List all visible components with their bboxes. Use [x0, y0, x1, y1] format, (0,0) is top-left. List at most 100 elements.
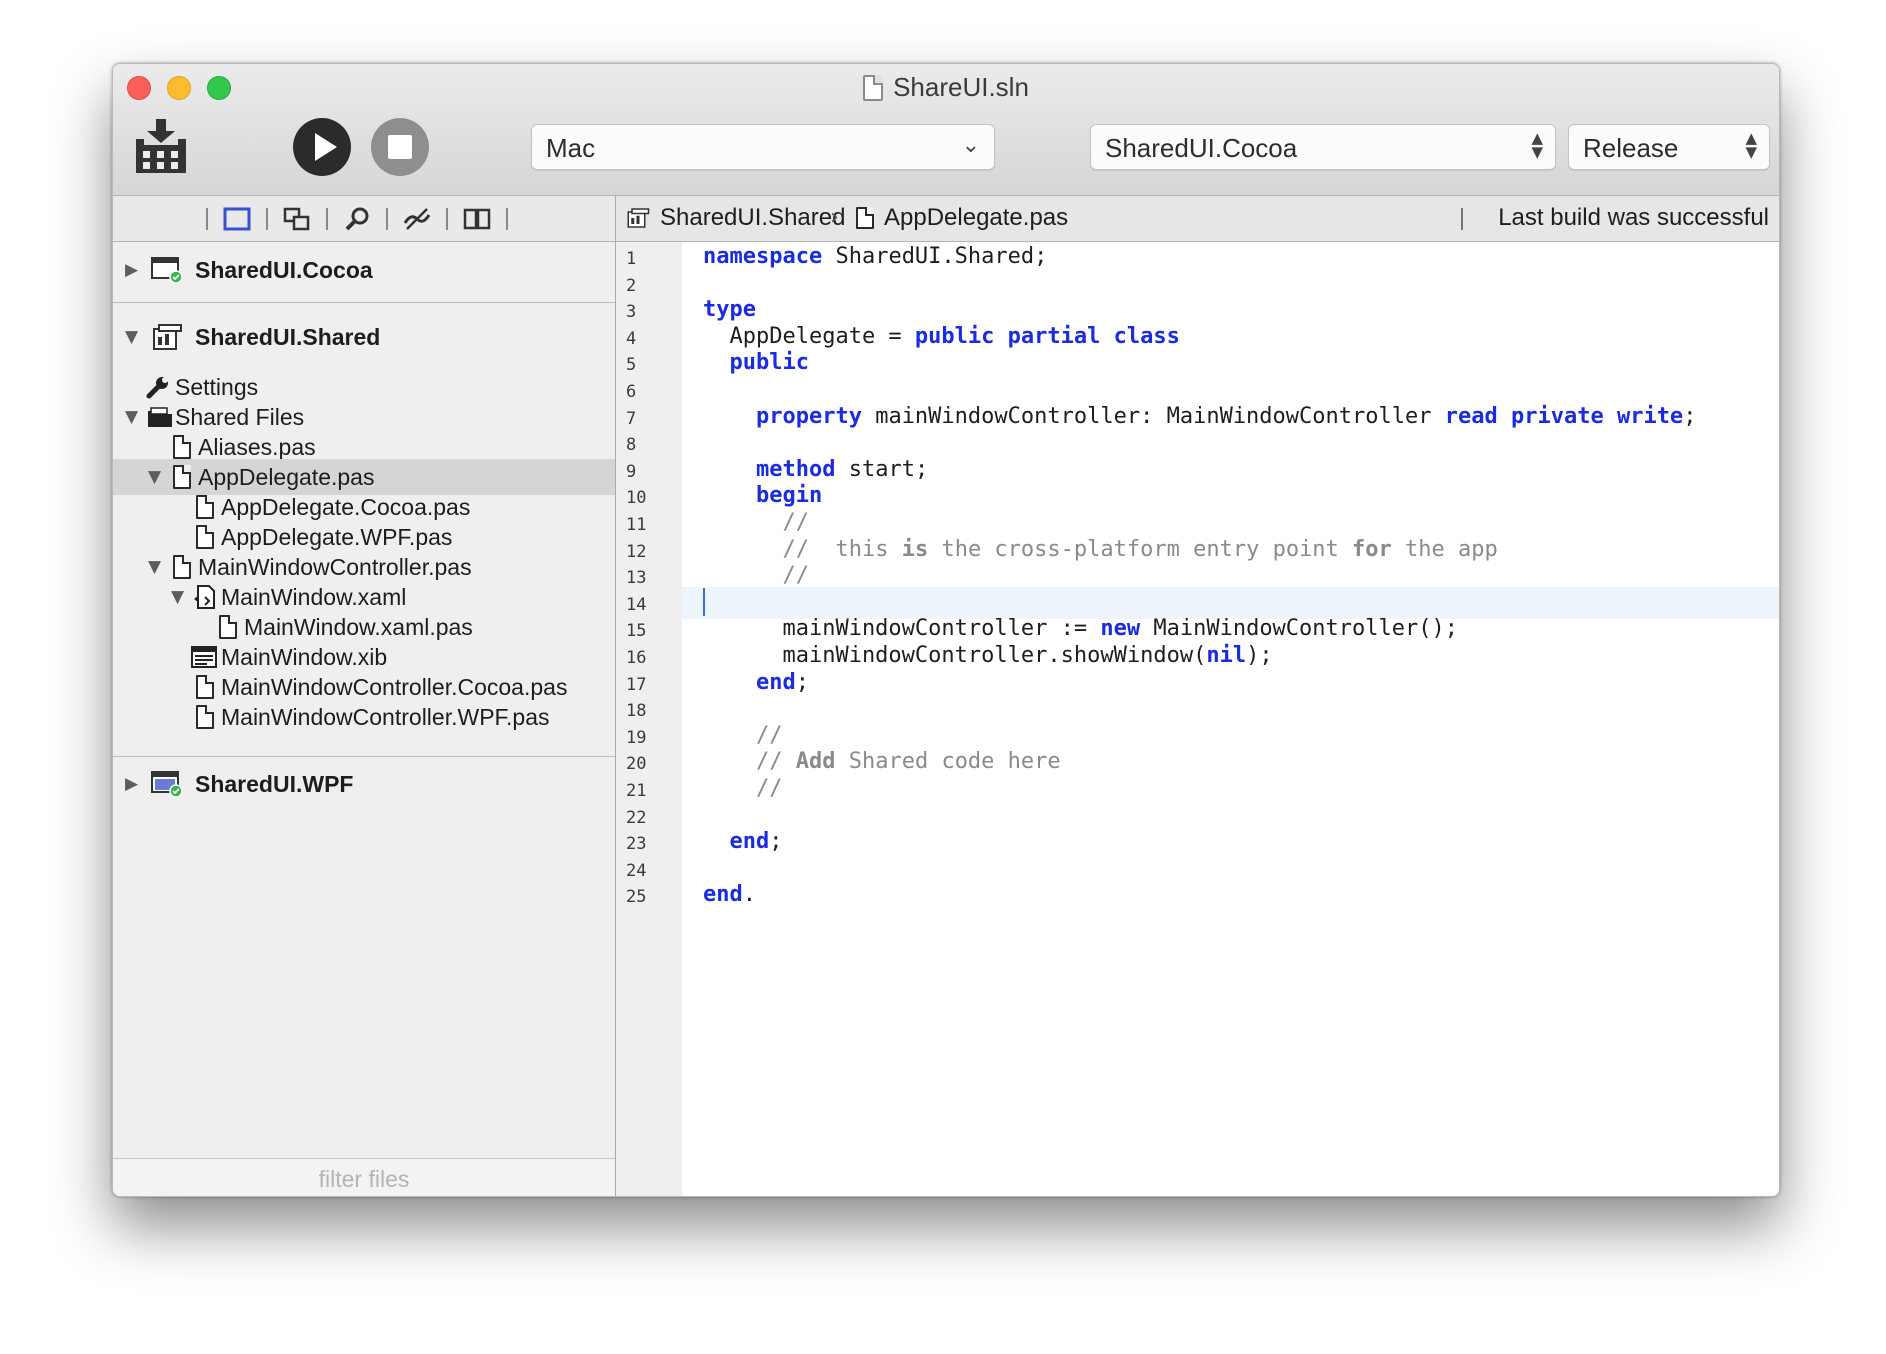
- code-area[interactable]: namespace SharedUI.Shared; type AppDelega…: [682, 242, 1779, 1196]
- stop-button[interactable]: [371, 118, 429, 176]
- filter-files-input[interactable]: filter files: [113, 1158, 615, 1196]
- wpf-project-icon: [151, 771, 183, 798]
- disclosure-down-icon[interactable]: ▼: [125, 319, 138, 355]
- tool-separator: [506, 208, 508, 230]
- code-token: .: [742, 882, 756, 908]
- keyword-token: method: [755, 456, 836, 482]
- breadcrumb-file[interactable]: AppDelegate.pas: [884, 196, 1068, 240]
- code-token: ;: [795, 669, 809, 695]
- xib-file-icon: [191, 646, 217, 668]
- code-line[interactable]: end.: [682, 879, 1779, 911]
- file-icon: [219, 615, 237, 639]
- keyword-token: new: [1100, 616, 1141, 642]
- comment-token: the cross-platform entry point: [928, 536, 1353, 562]
- tool-separator: [446, 208, 448, 230]
- breadcrumb-chevron-icon: ›: [830, 205, 839, 230]
- xaml-file-icon: [194, 585, 215, 609]
- build-icon[interactable]: [133, 119, 189, 175]
- file-icon: [196, 675, 214, 699]
- keyword-token: end: [729, 829, 770, 855]
- file-icon: [856, 207, 874, 229]
- keyword-token: public: [729, 350, 809, 376]
- keyword-token: public: [914, 323, 995, 349]
- code-token: MainWindowController();: [1140, 616, 1458, 642]
- code-token: ;: [1683, 403, 1697, 429]
- tree-divider: [113, 756, 615, 757]
- tool-separator: [326, 208, 328, 230]
- file-icon: [173, 555, 191, 579]
- wrench-icon: [146, 377, 168, 399]
- comment-token: //: [755, 749, 796, 775]
- breadcrumb-project[interactable]: SharedUI.Shared: [660, 196, 845, 240]
- status-separator: [1461, 208, 1463, 230]
- shared-project-icon: [153, 324, 182, 350]
- keyword-token: namespace: [703, 244, 823, 269]
- file-icon: [196, 525, 214, 549]
- project-select[interactable]: SharedUI.Cocoa ▲ ▼: [1090, 124, 1556, 170]
- code-editor: SharedUI.Shared › AppDelegate.pas Last b…: [616, 196, 1779, 1196]
- shared-project-icon[interactable]: [626, 206, 650, 230]
- file-icon: [173, 435, 191, 459]
- sidebar-toolbar: [113, 196, 615, 242]
- comment-token: Add: [795, 749, 836, 775]
- tree-item-mwc-wpf-pas[interactable]: MainWindowController.WPF.pas: [113, 699, 615, 735]
- run-button[interactable]: [293, 118, 351, 176]
- cocoa-project-icon: [151, 257, 183, 284]
- solution-file-icon: [863, 75, 884, 101]
- comment-token: //: [782, 510, 809, 535]
- projects-icon[interactable]: [223, 207, 251, 231]
- comment-token: for: [1352, 536, 1392, 562]
- comment-token: Shared code here: [835, 749, 1061, 775]
- file-icon: [173, 465, 191, 489]
- build-status: Last build was successful: [1498, 204, 1769, 231]
- code-token: SharedUI.Shared;: [822, 244, 1048, 269]
- ide-window: ShareUI.sln Mac ⌄ SharedUI.Cocoa ▲ ▼ Rele: [112, 63, 1780, 1197]
- jump-bar: SharedUI.Shared › AppDelegate.pas Last b…: [616, 196, 1779, 242]
- code-token: );: [1246, 643, 1273, 668]
- keyword-token: nil: [1206, 643, 1247, 668]
- updown-arrows-icon: ▲ ▼: [1745, 129, 1757, 161]
- toolbar: ShareUI.sln Mac ⌄ SharedUI.Cocoa ▲ ▼ Rele: [113, 64, 1779, 196]
- line-number-gutter: 1 2 3 4 5 6 7 8 9 10 11 12 13 14 15 16 17 18 19 20 21 22 23 24 2…: [616, 242, 682, 1196]
- disclosure-right-icon[interactable]: ▶: [125, 252, 138, 288]
- keyword-token: type: [703, 297, 756, 323]
- code-token: mainWindowController: MainWindowControll…: [861, 403, 1445, 429]
- disclosure-right-icon[interactable]: ▶: [125, 766, 138, 802]
- tool-separator: [206, 208, 208, 230]
- configuration-select[interactable]: Release ▲ ▼: [1568, 124, 1770, 170]
- tree-item-sharedui-wpf[interactable]: ▶ SharedUI.WPF: [113, 766, 615, 802]
- folder-icon: [148, 407, 172, 427]
- keyword-token: read: [1444, 403, 1498, 429]
- destination-select[interactable]: Mac ⌄: [531, 124, 995, 170]
- tool-separator: [386, 208, 388, 230]
- file-icon: [196, 705, 214, 729]
- code-token: mainWindowController :=: [703, 616, 1101, 642]
- book-icon[interactable]: [463, 207, 491, 231]
- comment-token: // this: [782, 536, 902, 562]
- comment-token: //: [782, 563, 809, 589]
- keyword-token: end: [703, 882, 743, 908]
- tree-item-sharedui-shared[interactable]: ▼ SharedUI.Shared: [113, 319, 615, 355]
- text-caret: [703, 587, 705, 616]
- chevron-down-icon: ⌄: [961, 133, 980, 158]
- classes-icon[interactable]: [283, 207, 311, 231]
- search-icon[interactable]: [343, 207, 371, 231]
- compare-icon[interactable]: [403, 207, 431, 231]
- keyword-token: private: [1510, 403, 1604, 429]
- file-icon: [196, 495, 214, 519]
- tree-item-sharedui-cocoa[interactable]: ▶ SharedUI.Cocoa: [113, 252, 615, 288]
- comment-token: is: [901, 536, 929, 562]
